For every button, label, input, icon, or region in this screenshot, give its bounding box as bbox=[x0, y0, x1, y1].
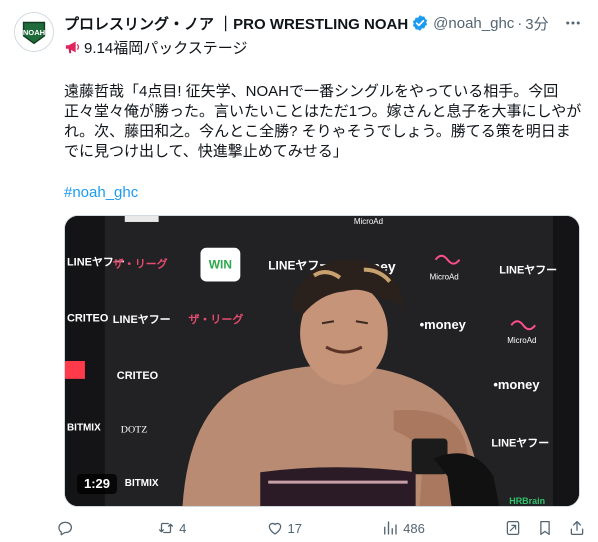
megaphone-icon bbox=[65, 41, 79, 54]
backdrop-logo: LINEヤフー bbox=[113, 313, 171, 326]
separator-dot: · bbox=[517, 14, 523, 32]
noah-logo-icon: NOAH bbox=[15, 13, 53, 51]
hashtag-link[interactable]: #noah_ghc bbox=[64, 183, 138, 203]
handle[interactable]: @noah_ghc bbox=[433, 15, 514, 32]
backdrop-logo: BITMIX bbox=[67, 423, 101, 434]
event-line-text: 9.14福岡パックステージ bbox=[84, 39, 248, 57]
backdrop-logo: MicroAd bbox=[507, 336, 536, 345]
share-button[interactable] bbox=[568, 516, 586, 540]
grok-icon bbox=[506, 520, 520, 536]
backdrop-logo: DOTZ bbox=[121, 425, 148, 436]
backdrop-logo: •money bbox=[493, 377, 540, 392]
backdrop-logo: LINEヤフー bbox=[499, 264, 557, 277]
heart-icon bbox=[268, 522, 281, 535]
backdrop-logo: ザ・リーグ bbox=[113, 257, 168, 271]
avatar[interactable]: NOAH bbox=[14, 12, 54, 52]
reply-icon bbox=[58, 521, 73, 536]
tweet[interactable]: NOAH プロレスリング・ノア ｜PRO WRESTLING NOAH @noa… bbox=[0, 0, 598, 542]
backdrop-logo: •money bbox=[420, 317, 467, 332]
repost-count: 4 bbox=[179, 520, 187, 536]
backdrop-logo: ザ・リーグ bbox=[189, 312, 244, 326]
views-chart-icon bbox=[384, 521, 397, 535]
more-dots-icon bbox=[566, 21, 580, 25]
like-button[interactable]: 17 bbox=[266, 516, 302, 540]
bookmark-button[interactable] bbox=[536, 516, 554, 540]
views-button[interactable]: 486 bbox=[381, 516, 425, 540]
event-line: 9.14福岡パックステージ bbox=[64, 37, 247, 57]
backdrop-logo: LINEヤフー bbox=[491, 436, 549, 449]
grok-button[interactable] bbox=[504, 516, 522, 540]
backdrop-logo: CRITEO bbox=[67, 312, 109, 324]
backdrop-logo: MicroAd bbox=[430, 273, 459, 282]
action-bar: 4 17 486 bbox=[56, 516, 586, 540]
timestamp[interactable]: 3分 bbox=[525, 13, 548, 34]
backdrop-logo: MicroAd bbox=[354, 217, 383, 226]
svg-text:NOAH: NOAH bbox=[23, 28, 45, 37]
view-count: 486 bbox=[403, 520, 425, 536]
backdrop-logo: BITMIX bbox=[125, 478, 159, 489]
share-icon bbox=[570, 520, 584, 536]
reply-button[interactable] bbox=[56, 516, 78, 540]
like-count: 17 bbox=[287, 520, 302, 536]
backdrop-logo: CRITEO bbox=[117, 370, 159, 382]
display-name[interactable]: プロレスリング・ノア ｜PRO WRESTLING NOAH bbox=[64, 13, 408, 34]
video-frame: LINEヤフー ザ・リーグ WIN LINEヤフー •money MicroAd… bbox=[65, 216, 579, 506]
video-player[interactable]: LINEヤフー ザ・リーグ WIN LINEヤフー •money MicroAd… bbox=[64, 215, 580, 507]
repost-icon bbox=[159, 522, 174, 534]
backdrop-logo: HRBrain bbox=[509, 496, 545, 506]
video-duration: 1:29 bbox=[77, 474, 118, 494]
more-options-button[interactable] bbox=[562, 12, 584, 34]
right-actions bbox=[504, 516, 586, 540]
tweet-header: プロレスリング・ノア ｜PRO WRESTLING NOAH @noah_ghc… bbox=[64, 12, 558, 34]
tweet-text: 遠藤哲哉「4点目! 征矢学、NOAHで一番シングルをやっている相手。今回正々堂々… bbox=[64, 83, 582, 160]
repost-button[interactable]: 4 bbox=[157, 516, 186, 540]
bookmark-icon bbox=[540, 520, 550, 536]
verified-badge-icon bbox=[413, 15, 428, 31]
backdrop-logo: WIN bbox=[209, 258, 232, 272]
